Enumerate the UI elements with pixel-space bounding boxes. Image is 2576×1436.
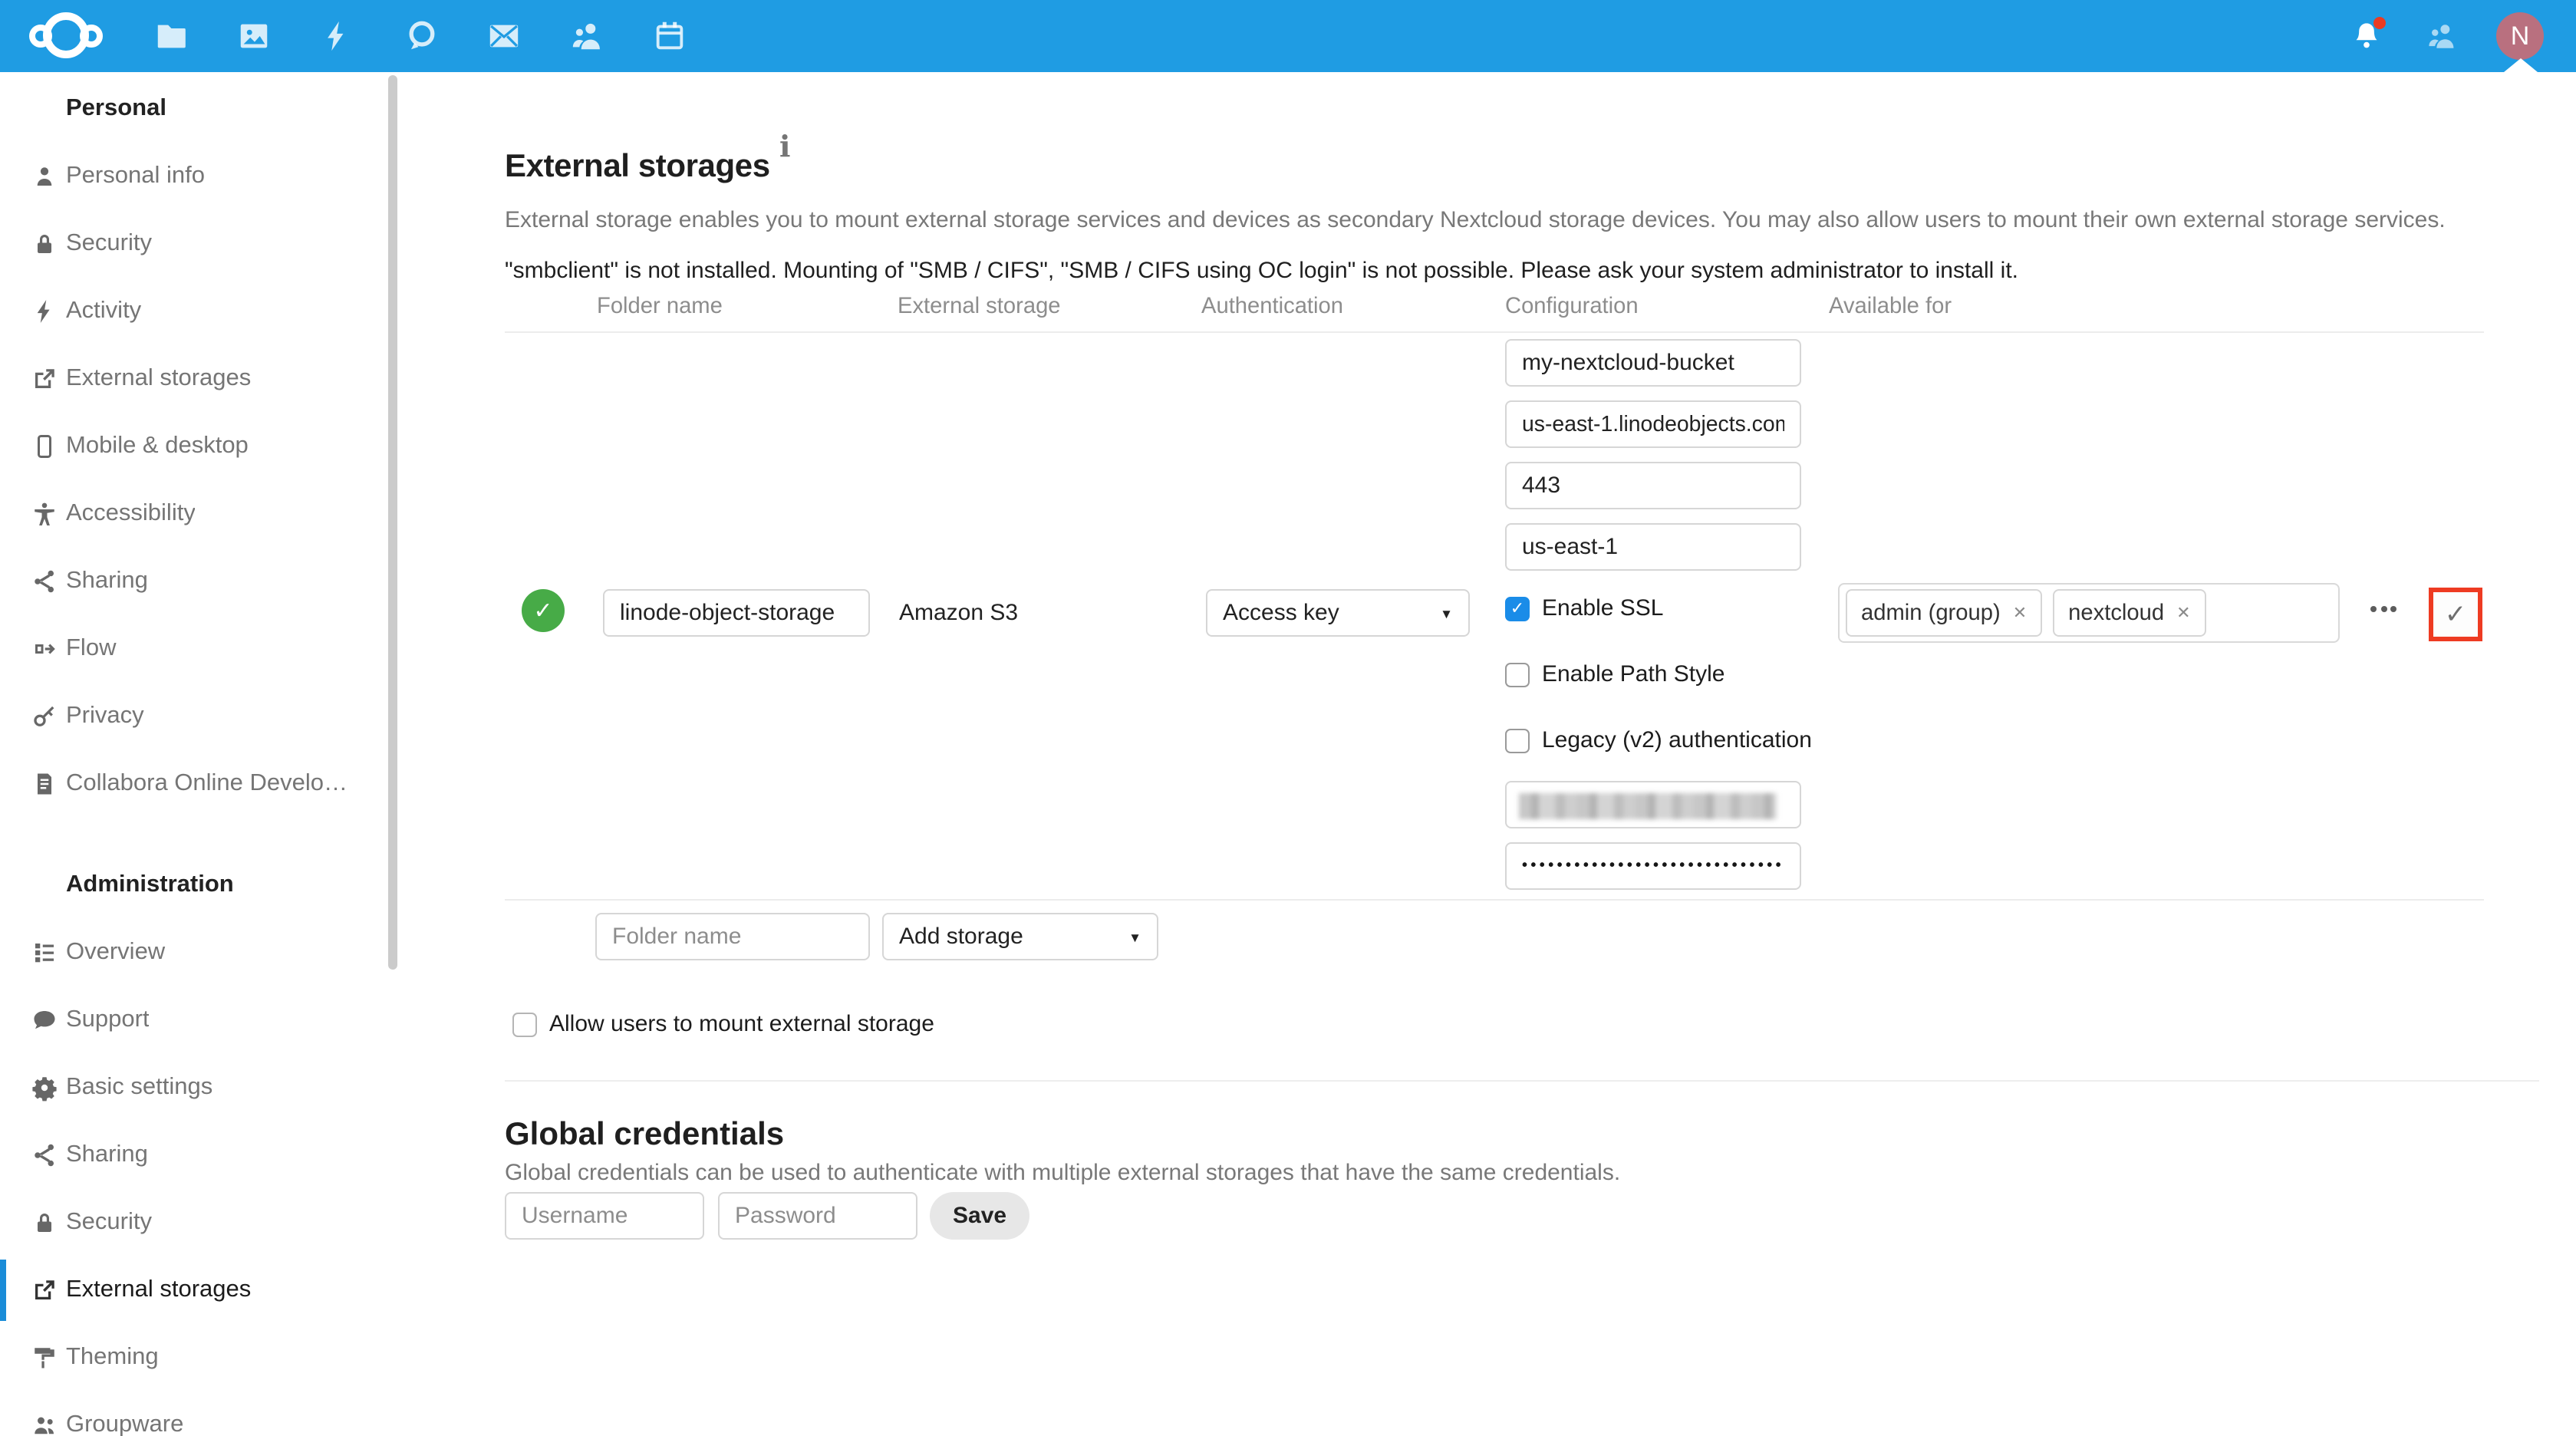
chevron-down-icon: ▼	[1440, 605, 1453, 621]
checkbox-checked-icon[interactable]	[1505, 596, 1530, 621]
hostname-input[interactable]	[1505, 400, 1801, 448]
global-credentials-description: Global credentials can be used to authen…	[505, 1160, 1620, 1186]
smbclient-warning-text: "smbclient" is not installed. Mounting o…	[505, 258, 2018, 284]
add-storage-selected-value: Add storage	[899, 924, 1023, 950]
port-input[interactable]	[1505, 462, 1801, 509]
storage-status-ok-icon	[522, 589, 565, 632]
allow-users-checkbox[interactable]: Allow users to mount external storage	[512, 1011, 934, 1037]
available-for-chip[interactable]: admin (group)	[1846, 589, 2042, 637]
contacts-app-icon people-icon[interactable]	[569, 18, 604, 54]
column-header-authentication: Authentication	[1201, 295, 1343, 319]
column-header-available-for: Available for	[1829, 295, 1952, 319]
user-menu-arrow	[2504, 58, 2538, 72]
page-title: External storages	[505, 149, 770, 186]
main-content: External storages i External storage ena…	[0, 72, 2576, 1436]
folder-name-input[interactable]	[603, 589, 870, 637]
user-avatar[interactable]: N	[2496, 12, 2544, 60]
activity-app-icon lightning-icon[interactable]	[319, 18, 354, 54]
new-folder-name-input[interactable]	[595, 913, 870, 960]
available-for-field[interactable]: admin (group) nextcloud	[1838, 583, 2340, 643]
unread-notification-badge	[2373, 17, 2386, 29]
calendar-app-icon[interactable]	[652, 18, 687, 54]
legacy-auth-checkbox[interactable]: Legacy (v2) authentication	[1505, 727, 1812, 753]
info-icon[interactable]: i	[779, 130, 790, 164]
mail-app-icon envelope-icon[interactable]	[486, 18, 522, 54]
chip-label: admin (group)	[1861, 601, 2001, 625]
talk-app-icon chat-bubble-icon[interactable]	[404, 18, 439, 54]
contacts-menu-icon[interactable]	[2426, 20, 2458, 52]
checkbox-unchecked-icon[interactable]	[1505, 728, 1530, 753]
enable-path-style-checkbox[interactable]: Enable Path Style	[1505, 661, 1725, 687]
global-password-input[interactable]	[718, 1192, 917, 1240]
chip-label: nextcloud	[2068, 601, 2164, 625]
top-bar: N	[0, 0, 2576, 72]
remove-chip-icon[interactable]	[2013, 603, 2027, 623]
column-header-external-storage: External storage	[898, 295, 1061, 319]
external-storage-type: Amazon S3	[899, 600, 1018, 626]
chevron-down-icon: ▼	[1128, 929, 1141, 944]
bucket-input[interactable]	[1505, 339, 1801, 387]
checkbox-unchecked-icon[interactable]	[512, 1012, 537, 1036]
enable-ssl-checkbox[interactable]: Enable SSL	[1505, 595, 1663, 621]
save-button[interactable]: Save	[930, 1192, 1029, 1240]
photos-app-icon image-icon[interactable]	[236, 18, 272, 54]
access-key-input[interactable]	[1505, 781, 1801, 828]
avatar-initial: N	[2511, 21, 2530, 51]
authentication-select[interactable]: Access key ▼	[1206, 589, 1470, 637]
confirm-storage-button red-highlight-box[interactable]	[2429, 588, 2482, 641]
available-for-chip[interactable]: nextcloud	[2053, 589, 2205, 637]
table-bottom-divider	[505, 899, 2484, 901]
redacted-access-key-value	[1519, 793, 1777, 819]
files-app-icon folder-icon[interactable]	[153, 18, 189, 54]
remove-chip-icon[interactable]	[2176, 603, 2190, 623]
row-options-menu-icon[interactable]	[2370, 606, 2396, 612]
add-storage-select[interactable]: Add storage ▼	[882, 913, 1158, 960]
global-credentials-title: Global credentials	[505, 1118, 784, 1154]
column-header-configuration: Configuration	[1505, 295, 1639, 319]
nextcloud-logo-icon[interactable]	[29, 12, 103, 60]
notifications-bell-icon[interactable]	[2350, 20, 2383, 52]
authentication-selected-value: Access key	[1223, 600, 1339, 626]
nextcloud-settings-page: N Personal Personal info Security Activi…	[0, 0, 2576, 1436]
column-header-folder-name: Folder name	[597, 295, 723, 319]
secret-key-input[interactable]	[1505, 842, 1801, 890]
region-input[interactable]	[1505, 523, 1801, 571]
checkbox-unchecked-icon[interactable]	[1505, 662, 1530, 687]
table-header-divider	[505, 331, 2484, 334]
global-username-input[interactable]	[505, 1192, 704, 1240]
intro-text: External storage enables you to mount ex…	[505, 207, 2446, 233]
section-divider	[505, 1080, 2539, 1082]
